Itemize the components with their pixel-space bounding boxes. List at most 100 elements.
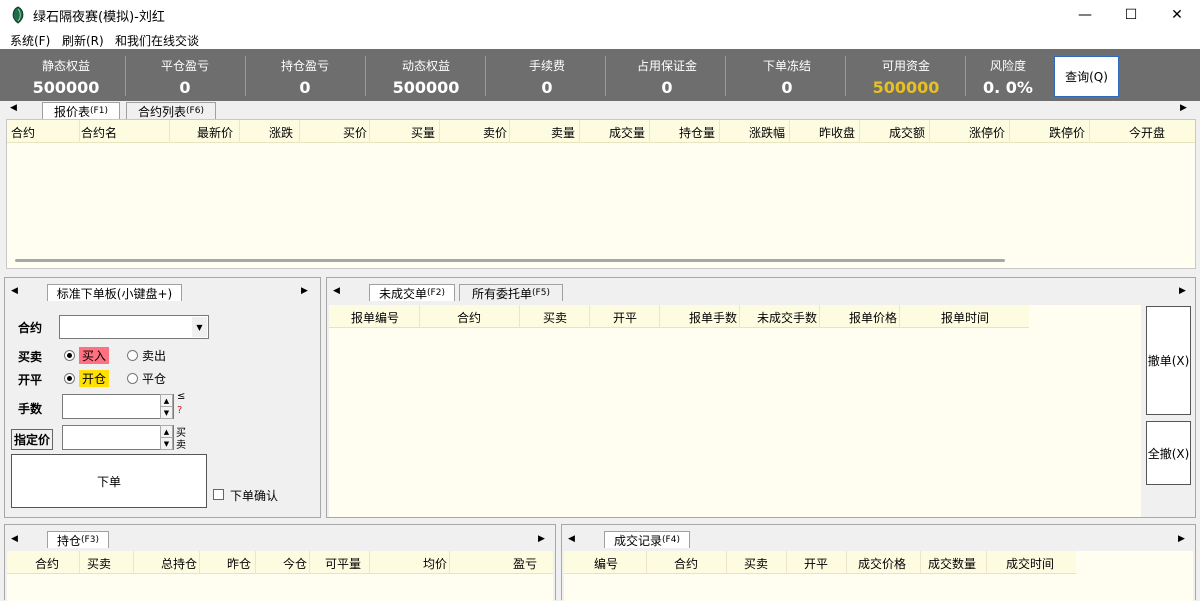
tab-pending-orders[interactable]: 未成交单 (F2): [369, 284, 455, 301]
cancel-order-button[interactable]: 撤单(X): [1146, 306, 1191, 415]
col-header[interactable]: 合约名: [81, 124, 117, 141]
col-header[interactable]: 买量: [411, 124, 435, 141]
col-header[interactable]: 编号: [594, 555, 618, 572]
col-header[interactable]: 可平量: [325, 555, 361, 572]
col-header[interactable]: 合约: [457, 309, 481, 326]
col-header[interactable]: 买卖: [744, 555, 768, 572]
qty-down-icon[interactable]: ▼: [160, 406, 173, 419]
col-header[interactable]: 涨停价: [969, 124, 1005, 141]
tab-label: 标准下单板: [56, 286, 117, 301]
col-header[interactable]: 持仓量: [679, 124, 715, 141]
col-header[interactable]: 成交量: [609, 124, 645, 141]
tab-scroll-right-icon[interactable]: ▶: [538, 534, 545, 544]
tab-scroll-right-icon[interactable]: ▶: [301, 286, 308, 296]
col-header[interactable]: 昨仓: [227, 555, 251, 572]
query-button[interactable]: 查询(Q): [1054, 56, 1119, 97]
tab-scroll-left-icon[interactable]: ◀: [11, 286, 18, 296]
col-header[interactable]: 成交额: [889, 124, 925, 141]
qty-max-value[interactable]: ?: [177, 405, 182, 416]
col-header[interactable]: 今仓: [283, 555, 307, 572]
tab-key: (F5): [532, 288, 550, 298]
col-header[interactable]: 涨跌幅: [749, 124, 785, 141]
submit-order-button[interactable]: 下单: [11, 454, 207, 508]
tab-standard-order[interactable]: 标准下单板 (小键盘+): [47, 284, 182, 301]
col-header[interactable]: 合约: [35, 555, 59, 572]
tab-quote[interactable]: 报价表 (F1): [42, 102, 120, 119]
sell-label[interactable]: 卖出: [142, 347, 166, 364]
col-header[interactable]: 合约: [674, 555, 698, 572]
confirm-checkbox[interactable]: [213, 489, 224, 500]
qty-max-hint[interactable]: ≤: [177, 391, 185, 402]
menu-system[interactable]: 系统(F): [10, 32, 50, 49]
tab-all-orders[interactable]: 所有委托单 (F5): [459, 284, 563, 301]
tab-scroll-left-icon[interactable]: ◀: [10, 103, 17, 113]
buy-label[interactable]: 买入: [79, 347, 110, 364]
maximize-button[interactable]: ☐: [1108, 0, 1154, 30]
col-header[interactable]: 涨跌: [269, 124, 293, 141]
stat-value: 0. 0%: [983, 78, 1033, 97]
price-input[interactable]: [62, 425, 174, 450]
col-header[interactable]: 总持仓: [161, 555, 197, 572]
tab-key: (F4): [662, 535, 680, 545]
col-header[interactable]: 开平: [804, 555, 828, 572]
col-header[interactable]: 买卖: [543, 309, 567, 326]
tab-positions[interactable]: 持仓 (F3): [47, 531, 109, 548]
contract-select[interactable]: ▼: [59, 315, 209, 339]
col-header[interactable]: 均价: [423, 555, 447, 572]
buy-radio[interactable]: [64, 350, 75, 361]
col-header[interactable]: 未成交手数: [757, 309, 817, 326]
close-radio[interactable]: [127, 373, 138, 384]
tab-key: (F2): [427, 288, 445, 298]
col-header[interactable]: 跌停价: [1049, 124, 1085, 141]
sell-radio[interactable]: [127, 350, 138, 361]
col-header[interactable]: 买卖: [87, 555, 111, 572]
price-down-icon[interactable]: ▼: [160, 437, 173, 450]
tab-scroll-right-icon[interactable]: ▶: [1180, 103, 1187, 113]
positions-panel: ◀ 持仓 (F3) ▶ 合约 买卖 总持仓 昨仓 今仓 可平量 均价 盈亏: [4, 524, 556, 601]
stat-commission: 手续费 0: [487, 49, 607, 101]
col-header[interactable]: 今开盘: [1129, 124, 1165, 141]
col-header[interactable]: 卖量: [551, 124, 575, 141]
col-header[interactable]: 买价: [343, 124, 367, 141]
col-header[interactable]: 报单时间: [941, 309, 989, 326]
col-header[interactable]: 报单编号: [351, 309, 399, 326]
open-radio[interactable]: [64, 373, 75, 384]
col-header[interactable]: 报单手数: [689, 309, 737, 326]
cancel-all-button[interactable]: 全撤(X): [1146, 421, 1191, 485]
price-type-button[interactable]: 指定价: [11, 429, 54, 450]
col-header[interactable]: 成交数量: [928, 555, 976, 572]
col-header[interactable]: 开平: [613, 309, 637, 326]
orders-panel: ◀ 未成交单 (F2) 所有委托单 (F5) ▶ 报单编号 合约 买卖 开平 报单手…: [326, 277, 1196, 518]
minimize-button[interactable]: —: [1062, 0, 1108, 30]
stat-label: 平仓盈亏: [160, 59, 209, 73]
confirm-label[interactable]: 下单确认: [230, 487, 278, 504]
menu-refresh[interactable]: 刷新(R): [62, 32, 104, 49]
positions-header-row: 合约 买卖 总持仓 昨仓 今仓 可平量 均价 盈亏: [7, 551, 553, 574]
col-header[interactable]: 卖价: [483, 124, 507, 141]
open-label[interactable]: 开仓: [79, 370, 110, 387]
close-label[interactable]: 平仓: [142, 370, 166, 387]
tab-scroll-left-icon[interactable]: ◀: [568, 534, 575, 544]
qty-input[interactable]: [62, 394, 174, 419]
quote-hscrollbar[interactable]: [15, 259, 1005, 262]
col-header[interactable]: 盈亏: [513, 555, 537, 572]
tab-trades[interactable]: 成交记录 (F4): [604, 531, 690, 548]
close-button[interactable]: ✕: [1154, 0, 1200, 30]
tab-scroll-left-icon[interactable]: ◀: [333, 286, 340, 296]
col-header[interactable]: 成交时间: [1006, 555, 1054, 572]
col-header[interactable]: 成交价格: [858, 555, 906, 572]
price-sell-hint[interactable]: 卖: [176, 436, 186, 451]
tab-contract-list[interactable]: 合约列表 (F6): [126, 102, 216, 119]
col-header[interactable]: 合约: [11, 124, 35, 141]
col-header[interactable]: 昨收盘: [819, 124, 855, 141]
col-header[interactable]: 最新价: [197, 124, 233, 141]
tab-scroll-left-icon[interactable]: ◀: [11, 534, 18, 544]
quote-header-row: 合约 合约名 最新价 涨跌 买价 买量 卖价 卖量 成交量 持仓量 涨跌幅 昨收…: [7, 120, 1195, 143]
menu-chat[interactable]: 和我们在线交谈: [115, 32, 199, 49]
chevron-down-icon[interactable]: ▼: [192, 317, 207, 337]
tab-scroll-right-icon[interactable]: ▶: [1178, 534, 1185, 544]
col-header[interactable]: 报单价格: [849, 309, 897, 326]
tab-scroll-right-icon[interactable]: ▶: [1179, 286, 1186, 296]
tab-key: (F1): [90, 106, 108, 116]
tab-label: 持仓: [57, 533, 82, 548]
